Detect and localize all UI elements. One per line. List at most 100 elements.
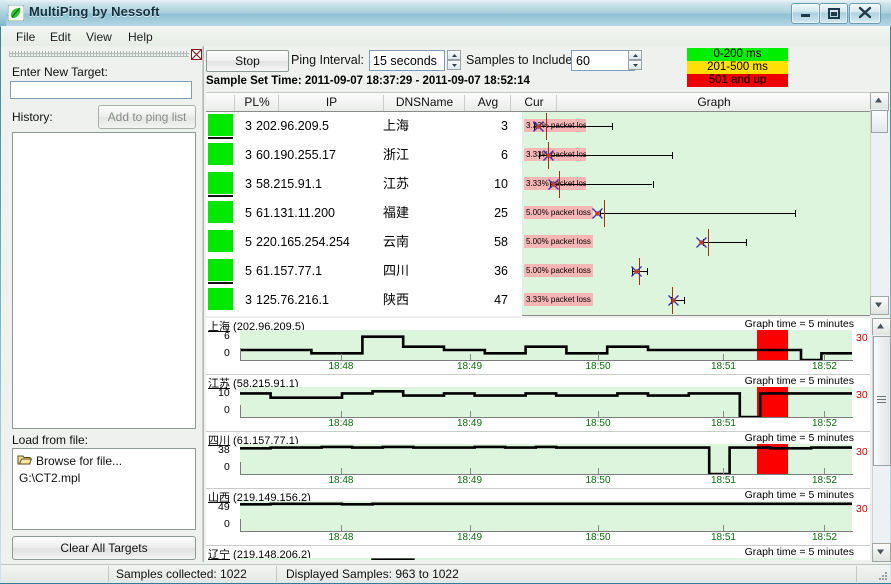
cell-pl: 3 — [245, 177, 252, 191]
load-from-file-label: Load from file: — [12, 433, 89, 447]
stop-button[interactable]: Stop — [206, 50, 289, 72]
graphs-scroll-down-button[interactable] — [872, 543, 891, 562]
table-row[interactable]: 561.131.11.200福建25245.00% packet loss — [206, 199, 870, 229]
graph-y-min-label: 0 — [224, 461, 230, 473]
range-cap — [746, 239, 748, 246]
stepper-up-icon[interactable] — [628, 50, 642, 60]
history-list[interactable] — [12, 132, 196, 429]
resize-grip-icon[interactable] — [876, 569, 888, 581]
graph-y-max-label: 49 — [218, 501, 230, 513]
current-sample-marker-icon — [591, 207, 604, 220]
table-row[interactable]: 3125.76.216.1陕西47483.33% packet loss — [206, 286, 870, 316]
cell-avg: 36 — [494, 264, 508, 278]
graph-tick-mark — [598, 525, 600, 531]
legend-row-red: 501 and up — [687, 74, 788, 87]
graph-tick-label: 18:48 — [328, 475, 354, 486]
graph-tick-label: 18:51 — [710, 361, 736, 372]
cell-pl: 5 — [245, 235, 252, 249]
browse-for-file-item[interactable]: Browse for file... — [17, 453, 122, 469]
graph-tick-label: 18:49 — [456, 475, 483, 486]
folder-icon — [17, 453, 33, 469]
graph-tick-label: 18:51 — [710, 532, 736, 543]
graphs-scrollbar-thumb[interactable] — [873, 336, 891, 466]
column-status[interactable] — [206, 95, 234, 111]
graph-tick-mark — [598, 468, 600, 474]
menu-edit[interactable]: Edit — [43, 29, 78, 45]
range-line — [600, 213, 796, 214]
menu-view[interactable]: View — [79, 29, 119, 45]
ping-interval-label: Ping Interval: — [291, 53, 364, 67]
column-pl[interactable]: PL% — [234, 95, 279, 111]
column-graph[interactable]: Graph — [556, 95, 871, 111]
graph-tick-mark — [598, 354, 600, 360]
enter-target-label: Enter New Target: — [12, 65, 108, 79]
graph-panel[interactable]: 山西 (219.149.156.2) Graph time = 5 minutes… — [206, 489, 870, 545]
table-row[interactable]: 360.190.255.17浙江663.33% packet loss — [206, 141, 870, 171]
graph-time-label: Graph time = 5 minutes — [744, 432, 854, 444]
graph-tick-mark — [340, 354, 342, 360]
graph-y-min-label: 0 — [224, 404, 230, 416]
stepper-down-icon[interactable] — [447, 60, 461, 70]
graph-tick-label: 18:51 — [710, 418, 736, 429]
table-row[interactable]: 561.157.77.1四川36365.00% packet loss — [206, 257, 870, 287]
panel-drag-grip[interactable] — [9, 51, 189, 57]
cell-dnsname: 福建 — [383, 206, 410, 221]
menu-file[interactable]: File — [9, 29, 42, 45]
file-list[interactable]: Browse for file... G:\CT2.mpl — [12, 448, 196, 530]
latency-legend: 0-200 ms 201-500 ms 501 and up — [687, 48, 788, 88]
graph-tick-label: 18:50 — [585, 418, 611, 429]
graph-tick-mark — [469, 468, 471, 474]
graph-y-axis — [240, 405, 241, 418]
file-list-item[interactable]: G:\CT2.mpl — [19, 471, 80, 485]
samples-stepper[interactable] — [628, 50, 642, 71]
status-bar: Samples collected: 1022 Displayed Sample… — [1, 564, 890, 583]
status-divider — [276, 566, 277, 582]
status-indicator — [208, 230, 233, 252]
clear-all-targets-button[interactable]: Clear All Targets — [12, 536, 196, 560]
average-marker — [603, 200, 605, 227]
table-scrollbar-thumb[interactable] — [871, 110, 888, 133]
graph-tick-mark — [723, 354, 725, 360]
table-scrollbar-track[interactable] — [870, 109, 888, 296]
graph-panel[interactable]: 辽宁 (219.148.206.2) Graph time = 5 minutes… — [206, 546, 870, 560]
stepper-down-icon[interactable] — [628, 60, 642, 70]
samples-to-include-input[interactable]: 60 — [571, 50, 635, 71]
leaf-icon — [7, 4, 25, 22]
graph-tick-mark — [824, 468, 826, 474]
table-row[interactable]: 5220.165.254.254云南58575.00% packet loss — [206, 228, 870, 258]
table-row[interactable]: 3202.96.209.5上海323.33% packet loss — [206, 112, 870, 142]
graph-tick-label: 18:49 — [456, 361, 483, 372]
current-sample-marker-icon — [532, 120, 545, 133]
range-cap — [683, 297, 685, 304]
menu-help[interactable]: Help — [121, 29, 160, 45]
close-button[interactable] — [849, 3, 881, 24]
target-input[interactable] — [10, 81, 192, 99]
graph-panel[interactable]: 上海 (202.96.209.5) Graph time = 5 minutes 6… — [206, 318, 870, 374]
stepper-up-icon[interactable] — [447, 50, 461, 60]
graph-panel[interactable]: 四川 (61.157.77.1) Graph time = 5 minutes 38… — [206, 432, 870, 488]
graph-plot-area — [240, 444, 852, 474]
range-cap — [539, 152, 541, 159]
graph-tick-mark — [340, 411, 342, 417]
ping-interval-input[interactable]: 15 seconds — [369, 50, 445, 71]
column-avg[interactable]: Avg — [464, 95, 511, 111]
cell-avg: 3 — [501, 119, 508, 133]
graph-tick-mark — [824, 354, 826, 360]
cell-dnsname: 上海 — [383, 119, 410, 134]
cell-avg: 25 — [494, 206, 508, 220]
add-to-ping-list-button[interactable]: Add to ping list — [98, 105, 196, 129]
graph-tick-label: 18:52 — [811, 532, 837, 543]
column-cur[interactable]: Cur — [510, 95, 557, 111]
graph-y-min-label: 0 — [224, 347, 230, 359]
table-scroll-down-button[interactable] — [870, 296, 889, 315]
graph-plot-area — [240, 501, 852, 531]
close-panel-icon[interactable] — [191, 49, 202, 60]
table-row[interactable]: 358.215.91.1江苏1093.33% packet loss — [206, 170, 870, 200]
range-line — [702, 242, 747, 243]
maximize-button[interactable] — [819, 3, 848, 24]
graph-panel[interactable]: 江苏 (58.215.91.1) Graph time = 5 minutes 10… — [206, 375, 870, 431]
minimize-button[interactable] — [791, 3, 820, 24]
ping-interval-stepper[interactable] — [447, 50, 461, 71]
column-dnsname[interactable]: DNSName — [383, 95, 465, 111]
column-ip[interactable]: IP — [278, 95, 384, 111]
